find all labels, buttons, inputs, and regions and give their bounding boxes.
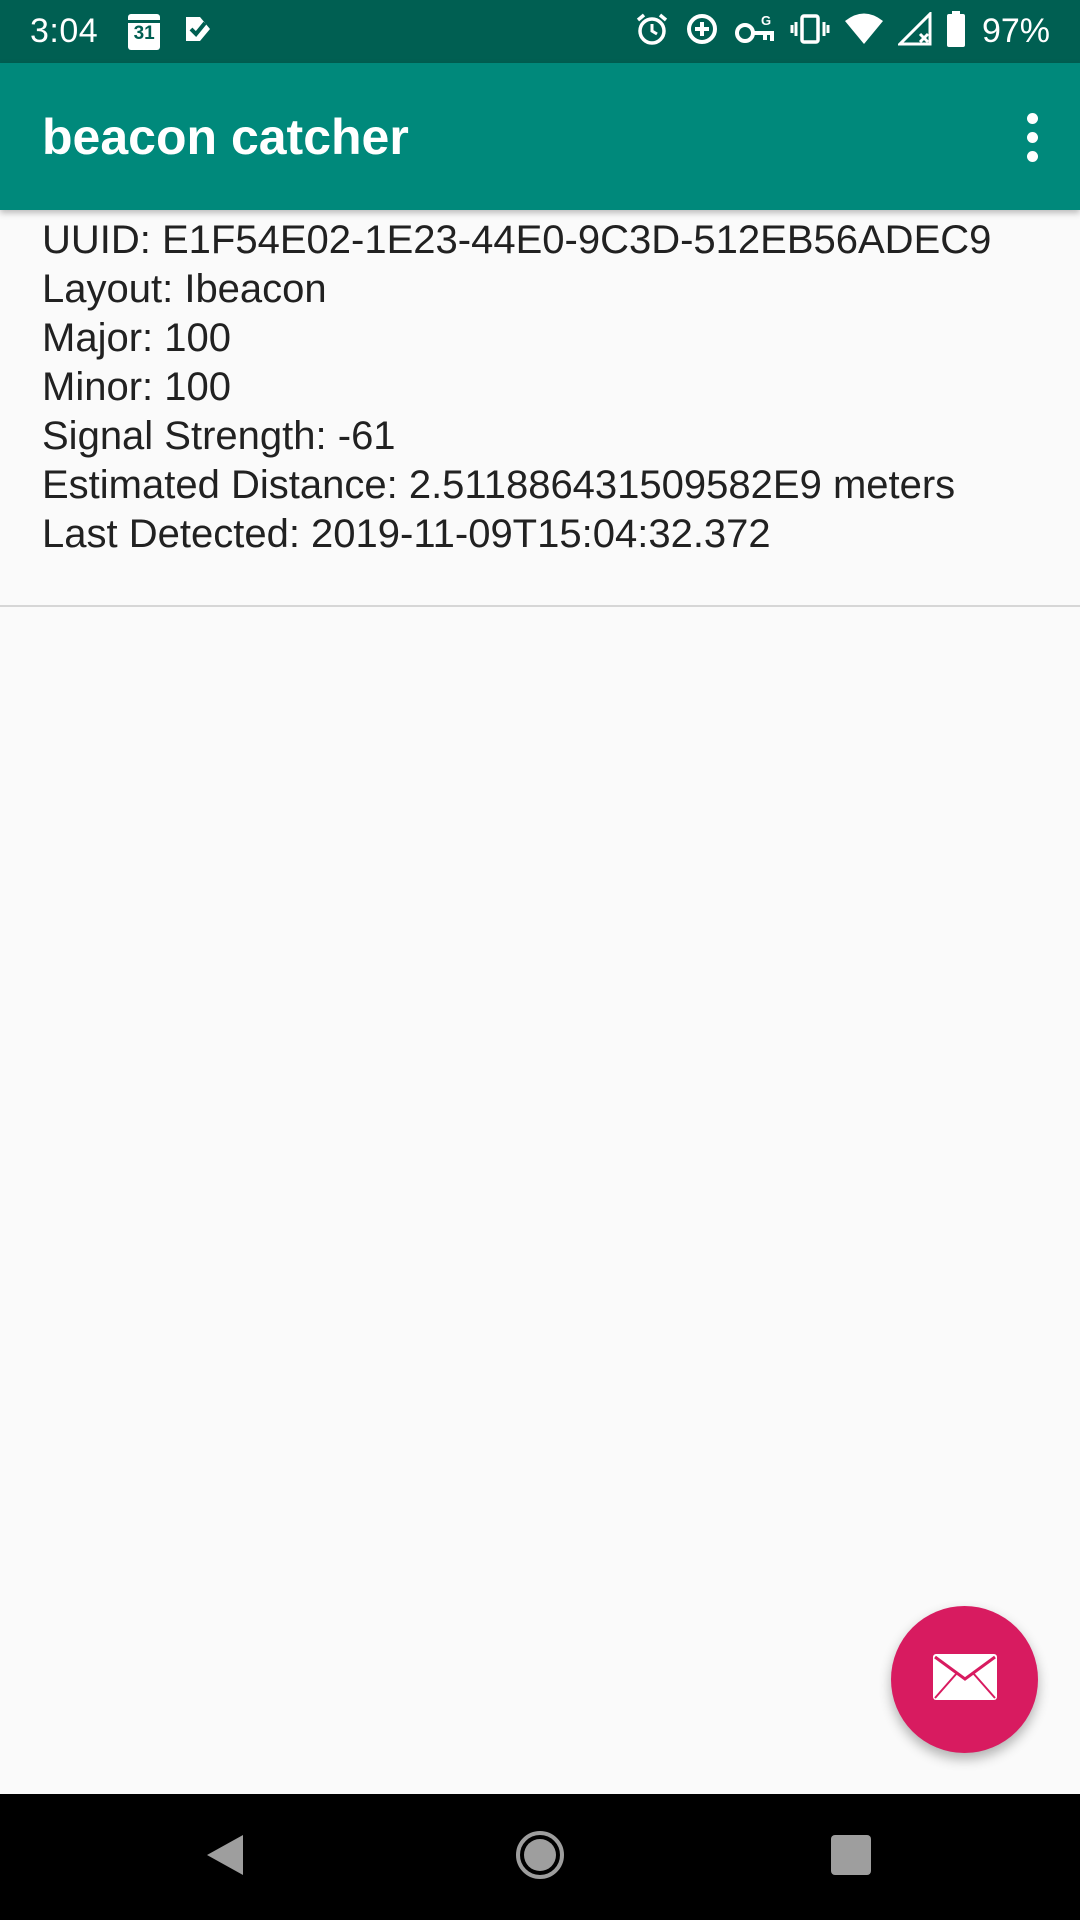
home-icon — [515, 1830, 565, 1885]
wifi-icon — [844, 12, 884, 51]
email-icon — [932, 1653, 998, 1706]
battery-icon — [946, 11, 966, 52]
more-vert-icon — [1026, 112, 1038, 124]
more-vert-icon-dot — [1026, 150, 1038, 162]
email-fab-button[interactable] — [891, 1606, 1038, 1753]
recents-icon — [830, 1834, 872, 1881]
beacon-major: Major: 100 — [42, 316, 231, 360]
tasks-icon — [182, 13, 214, 50]
svg-text:G: G — [761, 13, 771, 28]
list-item[interactable]: UUID: E1F54E02-1E23-44E0-9C3D-512EB56ADE… — [0, 210, 1080, 607]
status-bar: 3:04 31 G 97% — [0, 0, 1080, 63]
status-time: 3:04 — [30, 12, 99, 50]
signal-icon — [896, 10, 932, 51]
beacon-last-detected: Last Detected: 2019-11-09T15:04:32.372 — [42, 512, 771, 556]
battery-percent: 97% — [981, 12, 1050, 50]
navigation-bar — [0, 1794, 1080, 1920]
beacon-list: UUID: E1F54E02-1E23-44E0-9C3D-512EB56ADE… — [0, 210, 1080, 607]
beacon-signal-strength: Signal Strength: -61 — [42, 414, 396, 458]
back-icon — [203, 1831, 247, 1884]
beacon-distance: Estimated Distance: 2.511886431509582E9 … — [42, 463, 956, 507]
more-vert-icon-dot — [1026, 131, 1038, 143]
status-notification-icons: 31 — [128, 13, 214, 50]
beacon-layout: Layout: Ibeacon — [42, 267, 327, 311]
status-system-icons: G 97% — [634, 10, 1050, 52]
app-title: beacon catcher — [42, 108, 409, 165]
recents-button[interactable] — [781, 1794, 921, 1920]
app-bar: beacon catcher — [0, 63, 1080, 210]
back-button[interactable] — [155, 1794, 295, 1920]
beacon-minor: Minor: 100 — [42, 365, 231, 409]
vpn-key-icon: G — [734, 11, 776, 52]
vibrate-icon — [790, 11, 830, 52]
beacon-uuid: UUID: E1F54E02-1E23-44E0-9C3D-512EB56ADE… — [42, 218, 992, 262]
alarm-icon — [634, 11, 670, 52]
calendar-icon: 31 — [128, 13, 161, 50]
home-button[interactable] — [470, 1794, 610, 1920]
more-options-button[interactable] — [1002, 99, 1062, 175]
data-saver-icon — [684, 11, 720, 52]
